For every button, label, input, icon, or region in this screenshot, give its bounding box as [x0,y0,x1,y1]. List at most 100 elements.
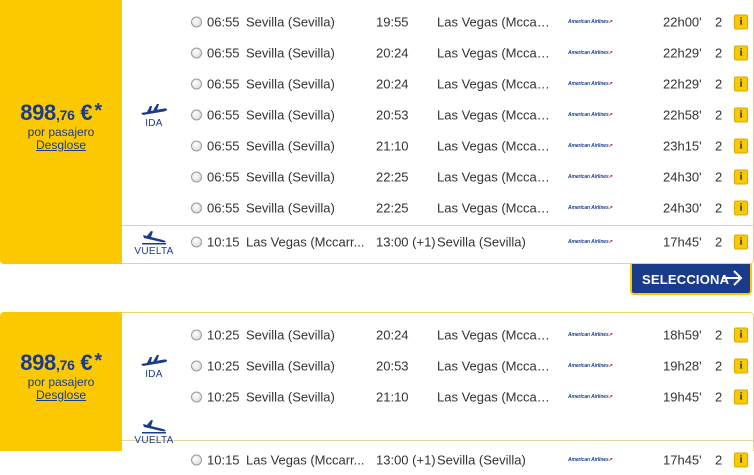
flight-row[interactable]: 06:55 Sevilla (Sevilla) 22:25 Las Vegas (Mc… [122,161,753,192]
breakdown-link[interactable]: Desglose [0,389,122,402]
departure-time: 10:25 [207,389,240,404]
price: 898,76 € * [0,350,122,376]
select-offer-button[interactable]: SELECCIONA [630,264,752,295]
price-integer: 898 [20,100,56,125]
flight-duration: 22h58' [663,107,702,122]
arrival-city: Sevilla (Sevilla) [437,234,526,249]
price-currency: € [80,100,93,125]
departure-city: Sevilla (Sevilla) [246,169,335,184]
arrival-city: Las Vegas (Mccarr... [437,76,551,91]
arrival-time: 20:53 [376,358,409,373]
airline-swoosh-icon: ↗ [608,142,613,149]
flight-radio[interactable] [191,454,202,465]
flight-radio[interactable] [191,16,202,27]
airline-swoosh-icon: ↗ [608,173,613,180]
flight-offer-card: 898,76 € * por pasajero Desglose IDA 06:5… [0,0,754,264]
info-button[interactable]: i [734,138,748,153]
departure-city: Sevilla (Sevilla) [246,327,335,342]
flight-row[interactable]: 10:25 Sevilla (Sevilla) 21:10 Las Vegas (Mc… [122,381,753,412]
price-decimal: ,76 [56,357,75,373]
price-block: 898,76 € * por pasajero Desglose [0,100,122,152]
arrival-city: Las Vegas (Mccarr... [437,14,551,29]
arrival-city: Sevilla (Sevilla) [437,452,526,467]
airline-swoosh-icon: ↗ [608,204,613,211]
arrival-time: 20:24 [376,327,409,342]
stops-count: 2 [715,138,723,153]
airline-swoosh-icon: ↗ [608,393,613,400]
departure-city: Las Vegas (Mccarr... [246,452,365,467]
arrival-city: Las Vegas (Mccarr... [437,389,551,404]
flight-radio[interactable] [191,109,202,120]
info-button[interactable]: i [734,76,748,91]
info-button[interactable]: i [734,327,748,342]
arrival-time: 20:24 [376,45,409,60]
info-button[interactable]: i [734,14,748,29]
arrival-time: 20:53 [376,107,409,122]
stops-count: 2 [715,358,723,373]
departure-city: Sevilla (Sevilla) [246,200,335,215]
flight-row[interactable]: 10:25 Sevilla (Sevilla) 20:24 Las Vegas (Mc… [122,319,753,350]
flight-radio[interactable] [191,78,202,89]
departure-time: 10:25 [207,358,240,373]
info-button[interactable]: i [734,169,748,184]
stops-count: 2 [715,76,723,91]
flight-row[interactable]: 06:55 Sevilla (Sevilla) 20:53 Las Vegas (Mc… [122,99,753,130]
airline-logo: American Airlines↗ [568,362,613,369]
flight-row[interactable]: 06:55 Sevilla (Sevilla) 20:24 Las Vegas (Mc… [122,37,753,68]
breakdown-link[interactable]: Desglose [0,139,122,152]
airline-swoosh-icon: ↗ [608,18,613,25]
flight-row[interactable]: 06:55 Sevilla (Sevilla) 21:10 Las Vegas (Mc… [122,130,753,161]
airline-logo: American Airlines↗ [568,173,613,180]
flight-row[interactable]: 06:55 Sevilla (Sevilla) 22:25 Las Vegas (Mc… [122,192,753,223]
info-button[interactable]: i [734,45,748,60]
info-button[interactable]: i [734,200,748,215]
arrival-city: Las Vegas (Mccarr... [437,169,551,184]
departure-city: Sevilla (Sevilla) [246,358,335,373]
flight-row[interactable]: 06:55 Sevilla (Sevilla) 20:24 Las Vegas (Mc… [122,68,753,99]
arrival-time: 13:00 (+1) [376,452,436,467]
flight-radio[interactable] [191,236,202,247]
itinerary-rows: IDA 06:55 Sevilla (Sevilla) 19:55 Las Vegas… [122,0,754,264]
stops-count: 2 [715,45,723,60]
departure-time: 10:15 [207,234,240,249]
info-button[interactable]: i [734,389,748,404]
stops-count: 2 [715,389,723,404]
flight-row[interactable]: 10:15 Las Vegas (Mccarr... 13:00 (+1) Sevil… [122,226,753,257]
airline-swoosh-icon: ↗ [608,362,613,369]
price-asterisk: * [94,100,102,122]
flight-radio[interactable] [191,391,202,402]
flight-row[interactable]: 10:15 Las Vegas (Mccarr... 13:00 (+1) Sevil… [122,444,753,475]
flight-radio[interactable] [191,202,202,213]
flight-radio[interactable] [191,171,202,182]
return-direction: VUELTA [122,417,186,446]
flight-radio[interactable] [191,329,202,340]
plane-landing-icon [142,420,166,434]
divider [122,440,753,441]
price-block: 898,76 € * por pasajero Desglose [0,350,122,402]
departure-time: 06:55 [207,45,240,60]
departure-time: 06:55 [207,200,240,215]
arrival-time: 21:10 [376,138,409,153]
flight-radio[interactable] [191,360,202,371]
departure-time: 06:55 [207,14,240,29]
airline-swoosh-icon: ↗ [608,238,613,245]
info-button[interactable]: i [734,452,748,467]
flight-duration: 22h00' [663,14,702,29]
flight-row[interactable]: 10:25 Sevilla (Sevilla) 20:53 Las Vegas (Mc… [122,350,753,381]
arrival-time: 19:55 [376,14,409,29]
arrival-city: Las Vegas (Mccarr... [437,138,551,153]
arrival-time: 22:25 [376,169,409,184]
stops-count: 2 [715,169,723,184]
departure-time: 06:55 [207,107,240,122]
flight-radio[interactable] [191,47,202,58]
stops-count: 2 [715,452,723,467]
info-button[interactable]: i [734,234,748,249]
flight-row[interactable]: 06:55 Sevilla (Sevilla) 19:55 Las Vegas (Mc… [122,6,753,37]
stops-count: 2 [715,200,723,215]
info-button[interactable]: i [734,358,748,373]
flight-duration: 22h29' [663,76,702,91]
price-currency: € [80,350,93,375]
info-button[interactable]: i [734,107,748,122]
flight-radio[interactable] [191,140,202,151]
airline-logo: American Airlines↗ [568,49,613,56]
